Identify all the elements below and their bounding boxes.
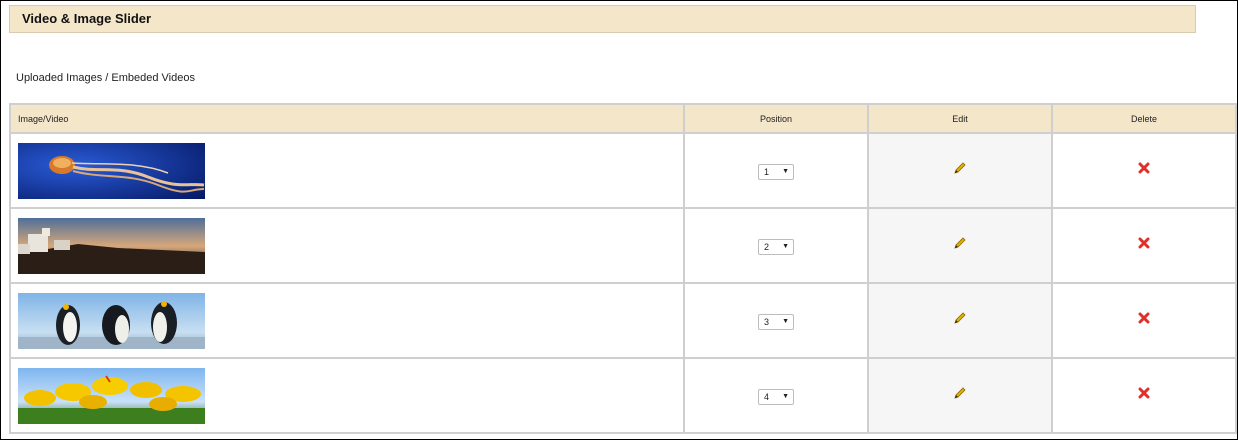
- position-value: 4: [764, 391, 770, 402]
- position-cell: 3 ▼: [683, 282, 869, 359]
- table-row: 1 ▼: [9, 132, 1237, 209]
- position-cell: 2 ▼: [683, 207, 869, 284]
- column-header-media: Image/Video: [9, 103, 685, 134]
- red-x-icon[interactable]: [1137, 386, 1151, 400]
- pencil-icon[interactable]: [953, 236, 967, 250]
- panel-header: Video & Image Slider: [9, 5, 1196, 33]
- position-dropdown[interactable]: 4 ▼: [758, 388, 794, 405]
- position-value: 1: [764, 166, 770, 177]
- red-x-icon[interactable]: [1137, 311, 1151, 325]
- media-table: Image/Video Position Edit Delete 1 ▼ 2 ▼…: [9, 103, 1237, 434]
- table-row: 3 ▼: [9, 282, 1237, 359]
- delete-cell: [1051, 207, 1237, 284]
- chevron-down-icon: ▼: [782, 317, 789, 325]
- edit-cell: [867, 357, 1053, 434]
- edit-cell: [867, 282, 1053, 359]
- column-header-edit: Edit: [867, 103, 1053, 134]
- position-dropdown[interactable]: 2 ▼: [758, 238, 794, 255]
- position-dropdown[interactable]: 3 ▼: [758, 313, 794, 330]
- section-subtitle: Uploaded Images / Embeded Videos: [16, 72, 195, 84]
- pencil-icon[interactable]: [953, 311, 967, 325]
- table-row: 4 ▼: [9, 357, 1237, 434]
- delete-cell: [1051, 357, 1237, 434]
- app-window: Video & Image Slider Uploaded Images / E…: [1, 1, 1237, 439]
- yellow-tulips-image[interactable]: [18, 367, 205, 424]
- table-row: 2 ▼: [9, 207, 1237, 284]
- position-value: 3: [764, 316, 770, 327]
- column-header-delete: Delete: [1051, 103, 1237, 134]
- delete-cell: [1051, 282, 1237, 359]
- pencil-icon[interactable]: [953, 161, 967, 175]
- penguins-image[interactable]: [18, 292, 205, 349]
- media-cell: [9, 207, 685, 284]
- media-cell: [9, 357, 685, 434]
- edit-cell: [867, 207, 1053, 284]
- media-cell: [9, 282, 685, 359]
- red-x-icon[interactable]: [1137, 236, 1151, 250]
- jellyfish-image[interactable]: [18, 142, 205, 199]
- chevron-down-icon: ▼: [782, 167, 789, 175]
- pencil-icon[interactable]: [953, 386, 967, 400]
- delete-cell: [1051, 132, 1237, 209]
- chevron-down-icon: ▼: [782, 392, 789, 400]
- position-cell: 4 ▼: [683, 357, 869, 434]
- table-header-row: Image/Video Position Edit Delete: [9, 103, 1237, 134]
- edit-cell: [867, 132, 1053, 209]
- column-header-position: Position: [683, 103, 869, 134]
- position-cell: 1 ▼: [683, 132, 869, 209]
- position-value: 2: [764, 241, 770, 252]
- coastal-lighthouse-image[interactable]: [18, 217, 205, 274]
- page-title: Video & Image Slider: [22, 11, 152, 26]
- red-x-icon[interactable]: [1137, 161, 1151, 175]
- position-dropdown[interactable]: 1 ▼: [758, 163, 794, 180]
- media-cell: [9, 132, 685, 209]
- chevron-down-icon: ▼: [782, 242, 789, 250]
